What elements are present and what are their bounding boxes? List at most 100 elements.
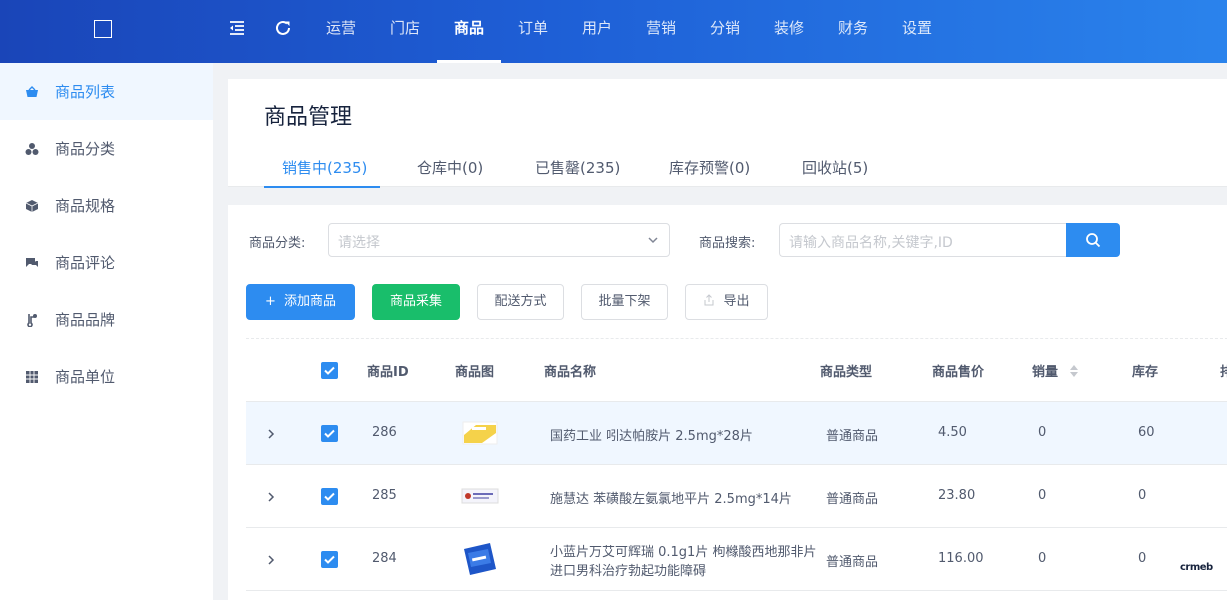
chevron-down-icon [648,237,658,244]
col-id-header: 商品ID [367,365,409,380]
sidebar-item-product-spec[interactable]: 商品规格 [0,177,213,234]
search-button[interactable] [1066,223,1120,257]
product-thumbnail[interactable] [460,476,500,516]
product-stock: 60 [1138,425,1155,440]
refresh-icon[interactable] [273,18,293,38]
product-id: 284 [372,551,397,566]
col-sales-label: 销量 [1032,365,1059,380]
row-checkbox[interactable] [321,488,338,505]
col-price-header: 商品售价 [932,365,985,380]
table-row[interactable]: 284 小蓝片万艾可辉瑞 0.1g1片 枸橼酸西地那非片 进口男科治疗勃起功能障… [246,528,1227,591]
product-thumbnail[interactable] [460,539,500,579]
export-button[interactable]: 导出 [685,284,768,320]
tab-sold-out[interactable]: 已售罄(235) [535,157,669,187]
delivery-method-button[interactable]: 配送方式 [477,284,564,320]
product-type: 普通商品 [826,429,879,444]
table-header: 商品ID 商品图 商品名称 商品类型 商品售价 销量 库存 排 [246,338,1227,402]
cluster-icon [25,142,39,155]
select-all-checkbox[interactable] [321,362,338,379]
search-label: 商品搜索: [699,236,756,251]
page-title: 商品管理 [264,105,353,130]
product-id: 285 [372,488,397,503]
search-icon [1086,233,1101,248]
menu-fold-icon[interactable] [227,18,247,38]
nav-item-user[interactable]: 用户 [565,0,629,63]
sidebar-item-product-list[interactable]: 商品列表 [0,63,213,120]
batch-off-shelf-button[interactable]: 批量下架 [581,284,668,320]
top-nav: 运营 门店 商品 订单 用户 营销 分销 装修 财务 设置 [309,0,949,63]
check-icon [324,492,335,501]
check-icon [324,555,335,564]
nav-item-store[interactable]: 门店 [373,0,437,63]
product-price: 4.50 [938,425,967,440]
upload-icon [704,294,714,306]
grid-icon [26,370,38,383]
table-row[interactable]: 286 国药工业 吲达帕胺片 2.5mg*28片 普通商品 4.50 0 60 [246,402,1227,465]
sidebar-item-product-unit[interactable]: 商品单位 [0,348,213,405]
top-bar: 运营 门店 商品 订单 用户 营销 分销 装修 财务 设置 [0,0,1227,63]
product-list-panel: 商品分类: 请选择 商品搜索: 请输入商品名称,关键字,ID + 添加商品 商品采… [228,205,1227,600]
product-stock: 0 [1138,551,1147,566]
product-sales: 0 [1038,551,1047,566]
sort-icon[interactable] [1069,364,1079,378]
logo[interactable] [94,20,112,38]
sidebar-item-product-category[interactable]: 商品分类 [0,120,213,177]
check-icon [324,429,335,438]
table-row[interactable]: 285 施慧达 苯磺酸左氨氯地平片 2.5mg*14片 普通商品 23.80 0… [246,465,1227,528]
product-sales: 0 [1038,488,1047,503]
product-type: 普通商品 [826,492,879,507]
cube-icon [25,199,39,212]
product-price: 116.00 [938,551,984,566]
nav-item-finance[interactable]: 财务 [821,0,885,63]
col-type-header: 商品类型 [820,365,873,380]
nav-item-decoration[interactable]: 装修 [757,0,821,63]
status-tabs: 销售中(235) 仓库中(0) 已售罄(235) 库存预警(0) 回收站(5) [264,157,902,188]
sidebar-item-label: 商品分类 [55,140,116,158]
nav-item-marketing[interactable]: 营销 [629,0,693,63]
category-select[interactable]: 请选择 [328,223,670,257]
row-checkbox[interactable] [321,425,338,442]
tab-recycle-bin[interactable]: 回收站(5) [802,157,902,187]
product-sales: 0 [1038,425,1047,440]
sidebar-item-label: 商品单位 [55,368,116,386]
col-sales-header[interactable]: 销量 [1032,361,1079,380]
page-header: 商品管理 销售中(235) 仓库中(0) 已售罄(235) 库存预警(0) 回收… [228,79,1227,188]
nav-item-product[interactable]: 商品 [437,0,501,63]
brand-icon [27,313,37,327]
watermark-logo: crmeb [1180,562,1213,573]
tab-stock-warning[interactable]: 库存预警(0) [669,157,802,187]
sidebar-item-product-comment[interactable]: 商品评论 [0,234,213,291]
nav-item-order[interactable]: 订单 [501,0,565,63]
col-stock-header: 库存 [1132,365,1159,380]
sidebar-item-product-brand[interactable]: 商品品牌 [0,291,213,348]
chevron-right-icon[interactable] [266,429,276,439]
nav-item-operation[interactable]: 运营 [309,0,373,63]
collect-product-button[interactable]: 商品采集 [372,284,460,320]
product-stock: 0 [1138,488,1147,503]
search-placeholder: 请输入商品名称,关键字,ID [789,235,953,251]
category-placeholder: 请选择 [338,235,380,251]
product-name: 施慧达 苯磺酸左氨氯地平片 2.5mg*14片 [550,492,792,507]
col-more-header: 排 [1220,365,1227,380]
nav-item-distribution[interactable]: 分销 [693,0,757,63]
product-thumbnail[interactable] [460,413,500,453]
chevron-right-icon[interactable] [266,555,276,565]
nav-item-settings[interactable]: 设置 [885,0,949,63]
sidebar-item-label: 商品评论 [55,254,116,272]
tab-in-warehouse[interactable]: 仓库中(0) [417,157,535,187]
product-id: 286 [372,425,397,440]
product-name: 小蓝片万艾可辉瑞 0.1g1片 枸橼酸西地那非片 [550,545,817,560]
category-label: 商品分类: [249,236,306,251]
sidebar-item-label: 商品列表 [55,83,116,101]
sidebar: 商品列表 商品分类 商品规格 商品评论 商品品牌 商品单位 [0,63,213,600]
export-label: 导出 [723,294,750,309]
search-input[interactable]: 请输入商品名称,关键字,ID [779,223,1067,257]
product-name-line2: 进口男科治疗勃起功能障碍 [550,564,707,579]
add-product-label: 添加商品 [283,294,336,309]
row-checkbox[interactable] [321,551,338,568]
chevron-right-icon[interactable] [266,492,276,502]
plus-icon: + [265,294,276,309]
tab-on-sale[interactable]: 销售中(235) [264,157,380,188]
col-image-header: 商品图 [455,365,495,380]
add-product-button[interactable]: + 添加商品 [246,284,355,320]
